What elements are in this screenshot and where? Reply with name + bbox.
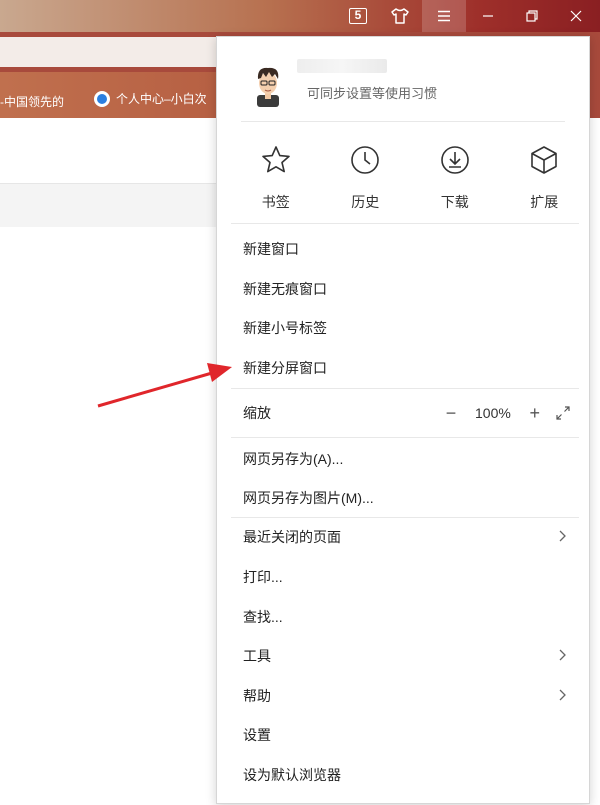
hamburger-icon [438, 10, 450, 22]
menu-item-label: 设为默认浏览器 [243, 767, 341, 783]
sync-hint: 可同步设置等使用习惯 [307, 86, 438, 101]
menu-item-label: 新建小号标签 [243, 320, 327, 336]
quick-item-bookmarks[interactable]: 书签 [231, 132, 321, 222]
quick-item-history[interactable]: 历史 [321, 132, 411, 222]
menu-item-save-as-image[interactable]: 网页另存为图片(M)... [231, 478, 579, 518]
menu-item-settings[interactable]: 设置 [231, 715, 579, 755]
chevron-right-icon [559, 689, 566, 701]
menu-item-set-default[interactable]: 设为默认浏览器 [231, 755, 579, 795]
site-favicon-icon [94, 90, 110, 107]
tab-count: 5 [349, 8, 367, 24]
account-section[interactable]: 可同步设置等使用习惯 [217, 37, 589, 121]
close-button[interactable] [554, 0, 598, 32]
quick-actions: 书签 历史 下载 扩展 [231, 132, 589, 222]
divider [231, 223, 579, 224]
chevron-right-icon [559, 530, 566, 542]
bookmark-item[interactable]: -中国领先的 [0, 93, 64, 110]
menu-item-label: 查找... [243, 609, 283, 625]
menu-item-label: 帮助 [243, 688, 271, 704]
fullscreen-icon[interactable] [555, 405, 571, 421]
quick-item-label: 扩展 [530, 194, 559, 210]
quick-item-downloads[interactable]: 下载 [410, 132, 500, 222]
menu-item-label: 新建窗口 [243, 241, 299, 257]
bookmark-label: 个人中心–小白次 [116, 92, 207, 106]
quick-item-label: 下载 [440, 194, 469, 210]
divider [231, 437, 579, 438]
menu-item-label: 打印... [243, 569, 283, 585]
avatar-icon [257, 67, 279, 107]
menu-item-new-incognito[interactable]: 新建无痕窗口 [231, 269, 579, 309]
page-content-strip [0, 183, 230, 227]
title-bar: 5 [0, 0, 600, 32]
menu-item-save-as[interactable]: 网页另存为(A)... [231, 439, 579, 479]
zoom-label: 缩放 [243, 405, 271, 421]
restore-button[interactable] [510, 0, 554, 32]
zoom-control: − 100% + [441, 393, 545, 433]
zoom-value: 100% [475, 405, 511, 421]
menu-item-new-split[interactable]: 新建分屏窗口 [231, 348, 579, 388]
divider [241, 121, 565, 122]
chevron-right-icon [559, 649, 566, 661]
menu-item-new-small-tab[interactable]: 新建小号标签 [231, 308, 579, 348]
shirt-icon [391, 8, 409, 24]
tab-count-button[interactable]: 5 [336, 0, 380, 32]
restore-icon [526, 10, 538, 22]
zoom-in-button[interactable]: + [525, 403, 545, 424]
menu-item-label: 新建分屏窗口 [243, 360, 327, 376]
quick-item-extensions[interactable]: 扩展 [500, 132, 590, 222]
download-icon [440, 146, 469, 174]
skin-button[interactable] [378, 0, 422, 32]
menu-item-find[interactable]: 查找... [231, 597, 579, 637]
divider [231, 388, 579, 389]
menu-item-label: 设置 [243, 727, 271, 743]
main-menu-button[interactable] [422, 0, 466, 32]
star-icon [261, 146, 290, 173]
minimize-icon [483, 15, 493, 17]
clock-icon [351, 146, 380, 174]
menu-item-recently-closed[interactable]: 最近关闭的页面 [231, 517, 579, 557]
cube-icon [531, 146, 558, 174]
minimize-button[interactable] [466, 0, 510, 32]
username-blurred [297, 59, 387, 73]
menu-item-zoom: 缩放 − 100% + [231, 393, 579, 433]
menu-item-label: 网页另存为(A)... [243, 451, 344, 467]
quick-item-label: 书签 [261, 194, 290, 210]
menu-item-new-window[interactable]: 新建窗口 [231, 229, 579, 269]
close-icon [570, 10, 582, 22]
main-menu-dropdown: 可同步设置等使用习惯 书签 历史 下载 扩展 新建窗口 新建无痕窗口 新建小号标… [216, 36, 590, 804]
menu-item-print[interactable]: 打印... [231, 557, 579, 597]
bookmark-item[interactable]: 个人中心–小白次 [94, 90, 207, 107]
menu-item-label: 最近关闭的页面 [243, 529, 341, 545]
menu-item-label: 工具 [243, 648, 271, 664]
menu-item-label: 新建无痕窗口 [243, 281, 327, 297]
zoom-out-button[interactable]: − [441, 403, 461, 424]
menu-item-help[interactable]: 帮助 [231, 676, 579, 716]
menu-item-tools[interactable]: 工具 [231, 636, 579, 676]
menu-item-label: 网页另存为图片(M)... [243, 490, 374, 506]
quick-item-label: 历史 [351, 194, 380, 210]
